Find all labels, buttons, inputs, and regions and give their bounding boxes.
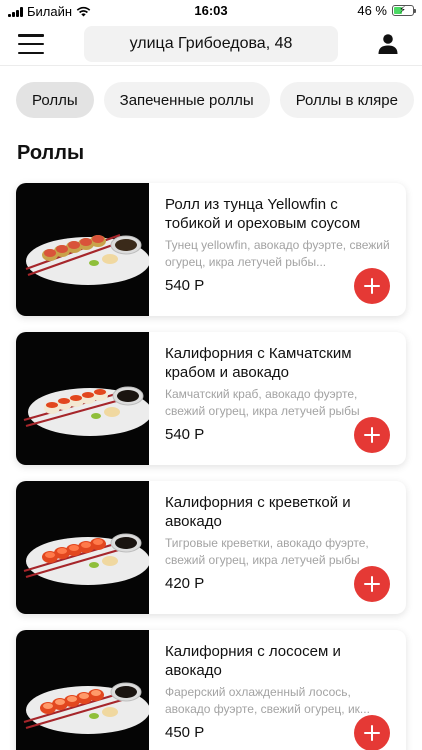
- product-card[interactable]: Калифорния с креветкой и авокадо Тигровы…: [16, 481, 406, 614]
- product-image: [16, 183, 149, 316]
- menu-icon[interactable]: [18, 34, 44, 54]
- product-description: Тигровые креветки, авокадо фуэрте, свежи…: [165, 536, 369, 567]
- category-chip-tempura-rolls[interactable]: Роллы в кляре: [279, 82, 414, 118]
- product-list: Ролл из тунца Yellowfin с тобикой и орех…: [16, 183, 406, 750]
- product-description: Камчатский краб, авокадо фуэрте, свежий …: [165, 387, 360, 418]
- user-icon[interactable]: [376, 32, 400, 56]
- product-image: [16, 630, 149, 750]
- product-price: 450 Р: [165, 724, 205, 741]
- battery-percent: 46 %: [357, 3, 387, 18]
- product-info: Калифорния с креветкой и авокадо Тигровы…: [165, 493, 393, 569]
- product-card[interactable]: Ролл из тунца Yellowfin с тобикой и орех…: [16, 183, 406, 316]
- product-name: Ролл из тунца Yellowfin с тобикой и орех…: [165, 196, 361, 232]
- status-right: 46 % ⚡: [357, 3, 416, 18]
- product-name: Калифорния с креветкой и авокадо: [165, 494, 351, 530]
- category-chip-label: Роллы: [32, 91, 78, 109]
- add-to-cart-button[interactable]: [354, 268, 390, 304]
- category-chip-rolls[interactable]: Роллы: [16, 82, 94, 118]
- category-tabs: Роллы Запеченные роллы Роллы в кляре: [16, 82, 422, 120]
- charging-bolt-icon: ⚡: [399, 5, 407, 16]
- category-chip-label: Запеченные роллы: [119, 91, 254, 109]
- product-description: Фарерский охлажденный лосось, авокадо фу…: [165, 685, 370, 716]
- product-image: [16, 332, 149, 465]
- product-price: 540 Р: [165, 426, 205, 443]
- section-title: Роллы: [17, 142, 85, 164]
- product-info: Калифорния с лососем и авокадо Фарерский…: [165, 642, 393, 718]
- product-description: Тунец yellowfin, авокадо фуэрте, свежий …: [165, 238, 390, 269]
- add-to-cart-button[interactable]: [354, 566, 390, 602]
- plus-icon: [364, 427, 380, 443]
- product-card[interactable]: Калифорния с лососем и авокадо Фарерский…: [16, 630, 406, 750]
- product-info: Ролл из тунца Yellowfin с тобикой и орех…: [165, 195, 393, 271]
- product-info: Калифорния с Камчатским крабом и авокадо…: [165, 344, 393, 420]
- product-name: Калифорния с Камчатским крабом и авокадо: [165, 345, 352, 381]
- battery-icon: ⚡: [392, 5, 416, 16]
- add-to-cart-button[interactable]: [354, 417, 390, 453]
- product-card[interactable]: Калифорния с Камчатским крабом и авокадо…: [16, 332, 406, 465]
- status-bar: Билайн 16:03 46 % ⚡: [0, 0, 422, 22]
- address-text: улица Грибоедова, 48: [129, 35, 293, 52]
- add-to-cart-button[interactable]: [354, 715, 390, 750]
- plus-icon: [364, 278, 380, 294]
- product-price: 420 Р: [165, 575, 205, 592]
- product-price: 540 Р: [165, 277, 205, 294]
- plus-icon: [364, 725, 380, 741]
- category-chip-label: Роллы в кляре: [295, 91, 398, 109]
- address-selector[interactable]: улица Грибоедова, 48: [84, 26, 338, 62]
- app-header: улица Грибоедова, 48: [0, 22, 422, 66]
- category-chip-baked-rolls[interactable]: Запеченные роллы: [103, 82, 270, 118]
- product-image: [16, 481, 149, 614]
- product-name: Калифорния с лососем и авокадо: [165, 643, 341, 679]
- plus-icon: [364, 576, 380, 592]
